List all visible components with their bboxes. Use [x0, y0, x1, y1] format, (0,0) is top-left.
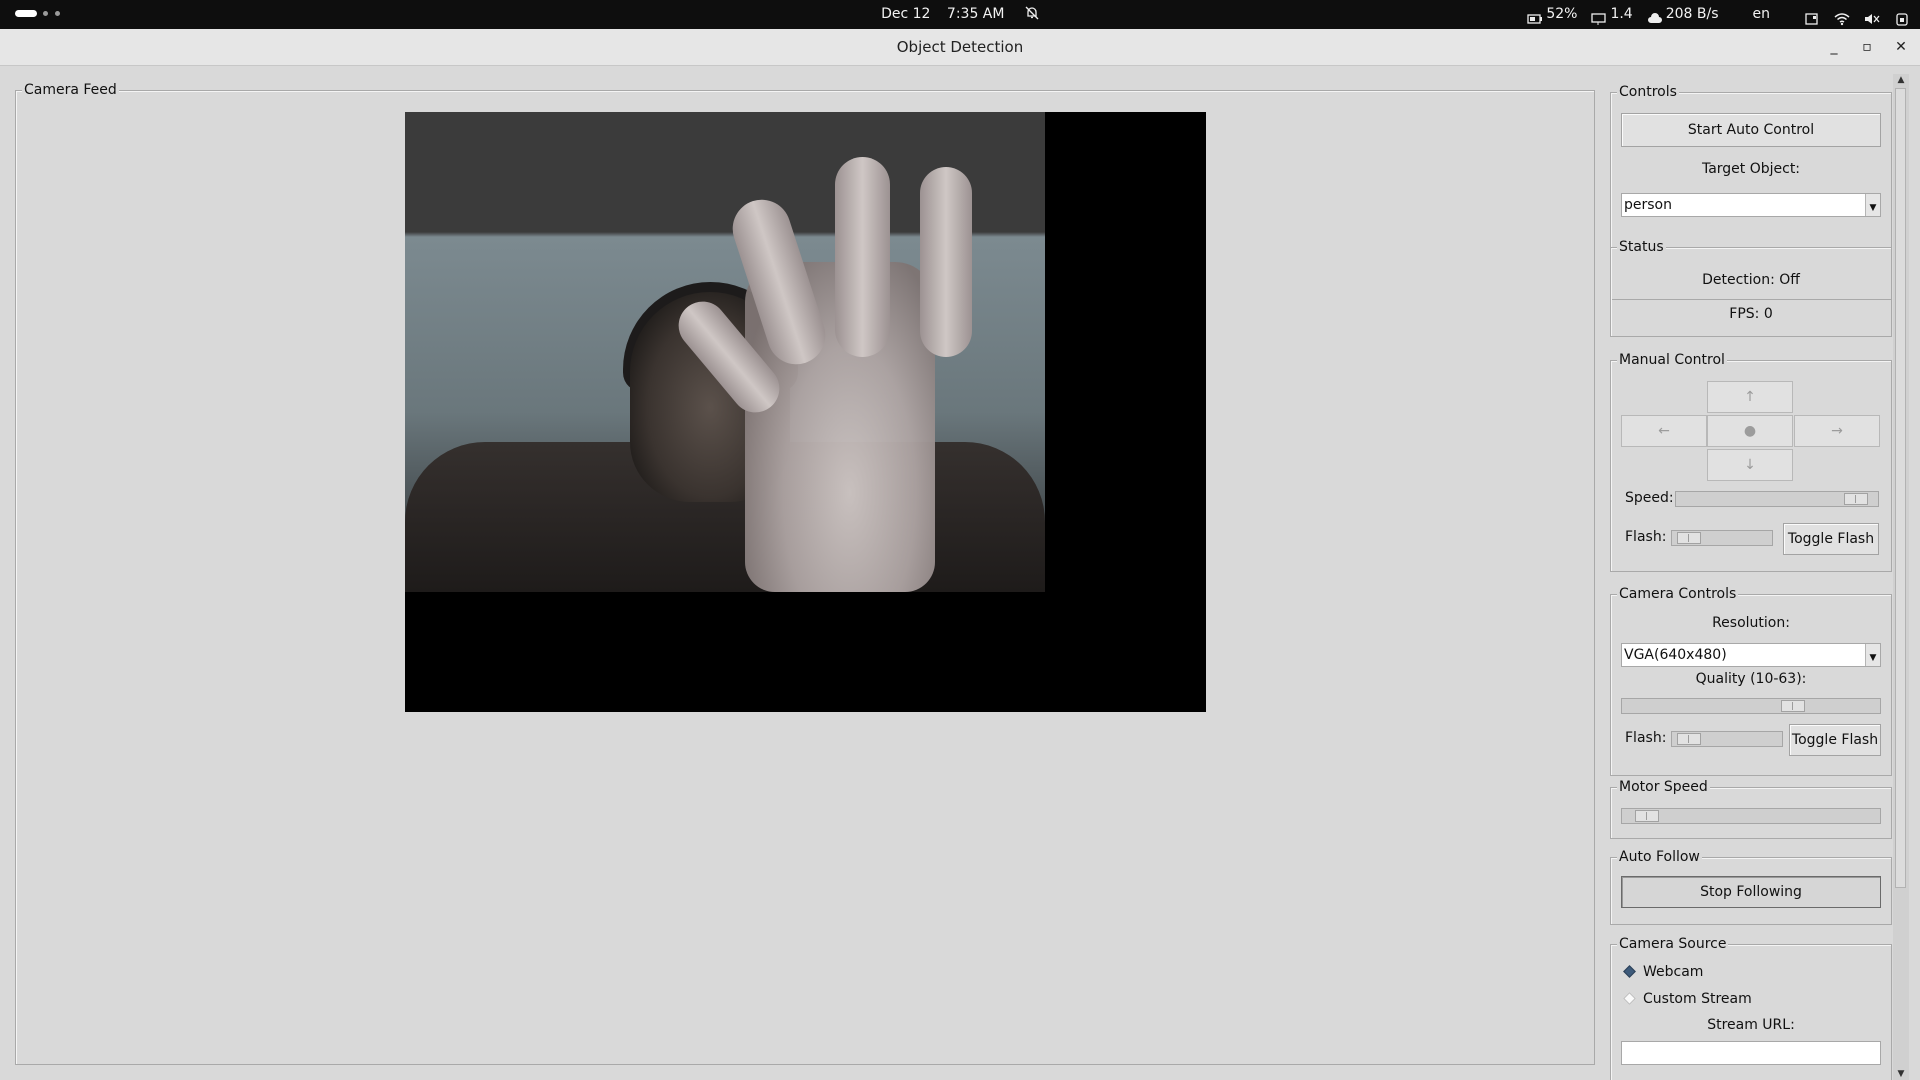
motor-speed-legend: Motor Speed: [1617, 778, 1710, 796]
target-object-value: person: [1624, 197, 1672, 213]
camera-flash-label: Flash:: [1625, 730, 1667, 746]
window-titlebar[interactable]: Object Detection _ ▫ ✕: [0, 29, 1920, 66]
stop-following-button[interactable]: Stop Following: [1621, 876, 1881, 908]
display-level: 1.4: [1610, 6, 1633, 22]
move-up-button[interactable]: ↑: [1707, 381, 1793, 413]
flash-label: Flash:: [1625, 529, 1667, 545]
maximize-button[interactable]: ▫: [1854, 29, 1880, 65]
move-down-button[interactable]: ↓: [1707, 449, 1793, 481]
custom-stream-radio[interactable]: Custom Stream: [1623, 990, 1823, 1010]
camera-feed-legend: Camera Feed: [22, 81, 119, 99]
camera-source-frame: Camera Source Webcam Custom Stream Strea…: [1610, 935, 1892, 1080]
manual-control-legend: Manual Control: [1617, 351, 1727, 369]
radio-unselected-icon: [1623, 992, 1636, 1005]
wifi-icon[interactable]: [1834, 8, 1850, 25]
camera-controls-legend: Camera Controls: [1617, 585, 1739, 603]
speed-label: Speed:: [1625, 490, 1674, 506]
auto-follow-frame: Auto Follow Stop Following: [1610, 848, 1892, 925]
camera-video: [405, 112, 1206, 712]
target-object-select[interactable]: person ▼: [1621, 193, 1881, 217]
motor-speed-slider[interactable]: [1621, 808, 1881, 824]
time-label: 7:35 AM: [946, 6, 1005, 22]
fps-status: FPS: 0: [1729, 306, 1773, 322]
custom-stream-label: Custom Stream: [1643, 991, 1752, 1007]
system-tray[interactable]: 52% 1.4 208 B/s en: [1527, 0, 1910, 29]
motor-speed-frame: Motor Speed: [1610, 778, 1892, 839]
auto-follow-legend: Auto Follow: [1617, 848, 1702, 866]
system-top-bar: Dec 12 7:35 AM 52% 1.4 208 B/s en: [0, 0, 1920, 29]
stream-url-input[interactable]: [1621, 1041, 1881, 1065]
webcam-label: Webcam: [1643, 964, 1704, 980]
stream-url-label: Stream URL:: [1707, 1017, 1795, 1033]
radio-selected-icon: [1623, 965, 1636, 978]
start-auto-control-button[interactable]: Start Auto Control: [1621, 113, 1881, 147]
quality-slider[interactable]: [1621, 698, 1881, 714]
camera-flash-slider-thumb[interactable]: [1677, 733, 1701, 745]
camera-image: [405, 112, 1045, 592]
stop-button[interactable]: ●: [1707, 415, 1793, 447]
control-panel: Controls Start Auto Control Target Objec…: [1602, 74, 1893, 1080]
window-title: Object Detection: [896, 38, 1024, 56]
camera-toggle-flash-button[interactable]: Toggle Flash: [1789, 724, 1881, 756]
motor-speed-slider-thumb[interactable]: [1635, 810, 1659, 822]
speed-slider[interactable]: [1675, 491, 1879, 507]
scroll-down-icon[interactable]: ▼: [1893, 1068, 1909, 1080]
detection-status: Detection: Off: [1702, 272, 1800, 288]
quality-slider-thumb[interactable]: [1781, 700, 1805, 712]
speed-slider-thumb[interactable]: [1844, 493, 1868, 505]
camera-flash-slider[interactable]: [1671, 731, 1783, 747]
screenshot-icon[interactable]: [1804, 8, 1820, 25]
status-legend: Status: [1617, 238, 1666, 256]
close-button[interactable]: ✕: [1888, 29, 1914, 65]
controls-legend: Controls: [1617, 83, 1679, 101]
camera-source-legend: Camera Source: [1617, 935, 1729, 953]
language-indicator[interactable]: en: [1753, 0, 1771, 29]
status-frame: Status Detection: Off FPS: 0: [1610, 238, 1892, 337]
volume-muted-icon[interactable]: [1864, 8, 1880, 24]
flash-slider-thumb[interactable]: [1677, 532, 1701, 544]
bell-off-icon: [1025, 2, 1039, 20]
camera-controls-frame: Camera Controls Resolution: VGA(640x480)…: [1610, 585, 1892, 776]
power-icon[interactable]: [1894, 8, 1910, 26]
target-object-label: Target Object:: [1701, 161, 1801, 177]
control-panel-scrollbar[interactable]: ▲ ▼: [1893, 74, 1909, 1080]
flash-slider[interactable]: [1671, 530, 1773, 546]
chevron-down-icon[interactable]: ▼: [1865, 194, 1880, 216]
scrollbar-thumb[interactable]: [1895, 88, 1906, 888]
resolution-label: Resolution:: [1712, 615, 1790, 631]
manual-control-frame: Manual Control ↑ ← ● → ↓ Speed: Flash: T…: [1610, 351, 1892, 572]
scroll-up-icon[interactable]: ▲: [1893, 74, 1909, 86]
resolution-value: VGA(640x480): [1624, 647, 1727, 663]
resolution-select[interactable]: VGA(640x480) ▼: [1621, 643, 1881, 667]
battery-percent: 52%: [1546, 6, 1578, 22]
chevron-down-icon[interactable]: ▼: [1865, 644, 1880, 666]
network-rate: 208 B/s: [1665, 6, 1719, 22]
battery-icon: [1527, 8, 1543, 24]
webcam-radio[interactable]: Webcam: [1623, 963, 1823, 983]
minimize-button[interactable]: _: [1821, 29, 1847, 65]
quality-label: Quality (10-63):: [1695, 671, 1807, 687]
move-left-button[interactable]: ←: [1621, 415, 1707, 447]
toggle-flash-button[interactable]: Toggle Flash: [1783, 523, 1879, 555]
move-right-button[interactable]: →: [1794, 415, 1880, 447]
date-label: Dec 12: [881, 6, 931, 22]
cloud-icon: [1647, 8, 1663, 23]
display-icon: [1591, 8, 1607, 25]
